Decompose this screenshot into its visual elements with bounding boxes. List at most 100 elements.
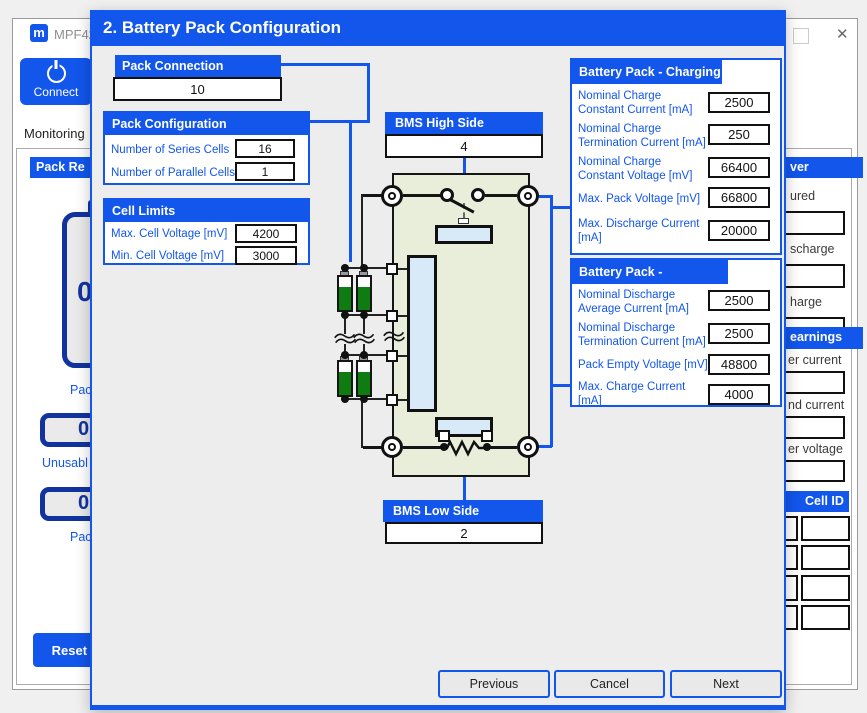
unusable-gauge-value: 0 <box>78 418 89 441</box>
pack-terminal <box>381 436 403 458</box>
junction-dot <box>341 311 349 319</box>
learnings-voltage-label: er voltage <box>788 442 843 456</box>
junction-dot <box>483 443 491 451</box>
pack-terminal <box>517 185 539 207</box>
battery-cell <box>337 275 353 312</box>
board-pad <box>386 263 398 275</box>
min-cell-voltage-input[interactable] <box>235 246 297 265</box>
bms-low-input[interactable] <box>385 522 543 544</box>
junction-dot <box>360 264 368 272</box>
tab-monitoring[interactable]: Monitoring <box>24 126 85 141</box>
battery-cell <box>356 360 372 397</box>
connector-line <box>552 206 571 209</box>
wire <box>487 446 517 449</box>
afe-chip <box>407 255 437 412</box>
learnings-current2-label: nd current <box>788 398 844 412</box>
max-pack-voltage-input[interactable] <box>708 187 770 208</box>
learnings-current1-label: er current <box>788 353 842 367</box>
charge-constant-voltage-input[interactable] <box>708 157 770 178</box>
mps-logo-icon: m <box>30 24 48 42</box>
cell-table-cell <box>801 516 850 541</box>
discharge-average-current-input[interactable] <box>708 290 770 311</box>
charging-header: Battery Pack - Charging <box>572 60 722 84</box>
charging-panel: Battery Pack - Charging Nominal Charge C… <box>570 58 782 255</box>
parallel-cells-input[interactable] <box>235 162 295 181</box>
wire <box>361 194 363 268</box>
sense-pad <box>481 430 493 442</box>
charge-label: harge <box>790 295 822 309</box>
board-pad <box>386 350 398 362</box>
gate-driver-component <box>435 225 493 244</box>
connector-line <box>550 195 553 447</box>
max-charge-current-input[interactable] <box>708 384 770 405</box>
pack-empty-voltage-label: Pack Empty Voltage [mV] <box>578 359 709 373</box>
cancel-button[interactable]: Cancel <box>554 670 665 698</box>
discharging-header: Battery Pack - Discharging <box>572 260 728 284</box>
wire <box>485 194 517 197</box>
cell-table-cell <box>801 545 850 570</box>
junction-dot <box>360 351 368 359</box>
cell-table-cell <box>801 605 850 630</box>
connect-button[interactable]: Connect <box>20 58 92 105</box>
battery-gauge-label: Pac <box>70 383 92 397</box>
discharge-termination-current-input[interactable] <box>708 323 770 344</box>
sense-pad <box>438 430 450 442</box>
bms-high-label: BMS High Side Resistance [mΩ] <box>385 112 543 134</box>
measured-label: ured <box>790 189 815 203</box>
power-icon <box>47 64 66 83</box>
pack-terminal <box>381 185 403 207</box>
charge-constant-current-label: Nominal Charge Constant Current [mA] <box>578 90 709 117</box>
bms-low-label: BMS Low Side Resistance [mΩ] <box>383 500 543 522</box>
min-cell-voltage-label: Min. Cell Voltage [mV] <box>111 250 224 264</box>
max-cell-voltage-label: Max. Cell Voltage [mV] <box>111 228 227 242</box>
wire <box>363 194 382 197</box>
battery-cell <box>356 275 372 312</box>
pack-configuration-header: Pack Configuration <box>105 113 308 135</box>
bms-high-input[interactable] <box>385 134 543 158</box>
junction-dot <box>341 264 349 272</box>
pack-empty-voltage-input[interactable] <box>708 354 770 375</box>
connect-label: Connect <box>20 85 92 99</box>
max-charge-current-label: Max. Charge Current [mA] <box>578 381 709 408</box>
max-discharge-current-label: Max. Discharge Current [mA] <box>578 218 709 245</box>
junction-dot <box>341 395 349 403</box>
junction-dot <box>360 311 368 319</box>
connector-line <box>367 63 370 123</box>
pack-connection-input[interactable] <box>113 77 282 101</box>
junction-dot <box>440 443 448 451</box>
charge-termination-current-label: Nominal Charge Termination Current [mA] <box>578 123 709 150</box>
charge-constant-voltage-label: Nominal Charge Constant Voltage [mV] <box>578 156 709 183</box>
junction-dot <box>341 351 349 359</box>
cell-table-cell <box>801 575 850 601</box>
discharge-termination-current-label: Nominal Discharge Termination Current [m… <box>578 322 709 349</box>
max-pack-voltage-label: Max. Pack Voltage [mV] <box>578 193 709 207</box>
connector-line <box>310 120 370 123</box>
wire <box>403 194 441 197</box>
actuator-nub <box>458 218 469 224</box>
cell-id-header: Cell ID <box>801 491 849 512</box>
wire <box>363 446 382 449</box>
charge-termination-current-input[interactable] <box>708 124 770 145</box>
max-cell-voltage-input[interactable] <box>235 224 297 243</box>
series-cells-input[interactable] <box>235 139 295 158</box>
pack-configuration-panel: Pack Configuration Number of Series Cell… <box>103 111 310 185</box>
discharging-panel: Battery Pack - Discharging Nominal Disch… <box>570 258 782 407</box>
series-cells-label: Number of Series Cells <box>111 144 229 158</box>
board-pad <box>386 310 398 322</box>
close-icon[interactable]: ✕ <box>836 25 849 43</box>
connector-line <box>281 63 370 66</box>
dialog-title: 2. Battery Pack Configuration <box>90 10 786 46</box>
pack-connection-label: Pack Connection Resistance [mΩ] <box>115 55 281 77</box>
maximize-icon[interactable] <box>793 28 809 44</box>
board-pad <box>386 394 398 406</box>
unusable-gauge-label: Unusabl <box>42 456 88 470</box>
max-discharge-current-input[interactable] <box>708 220 770 241</box>
previous-button[interactable]: Previous <box>438 670 550 698</box>
discharge-label: scharge <box>790 242 834 256</box>
charge-constant-current-input[interactable] <box>708 92 770 113</box>
next-button[interactable]: Next <box>670 670 782 698</box>
connector-line <box>552 384 571 387</box>
pack-terminal <box>517 436 539 458</box>
discharge-average-current-label: Nominal Discharge Average Current [mA] <box>578 289 709 316</box>
cell-limits-header: Cell Limits <box>105 200 308 222</box>
